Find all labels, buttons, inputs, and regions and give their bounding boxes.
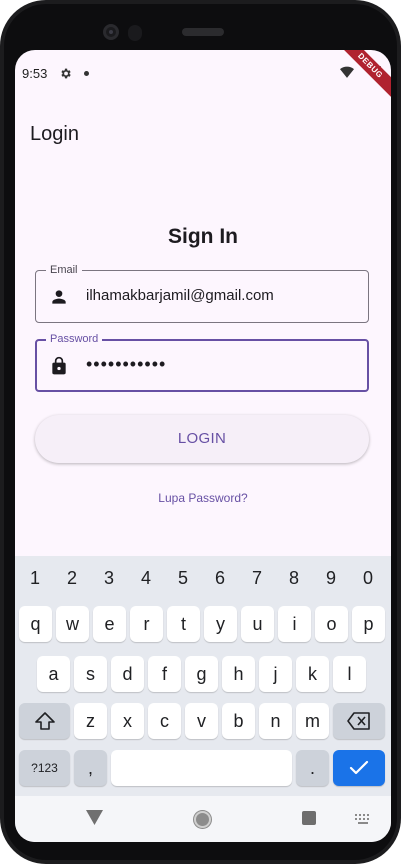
key-i[interactable]: i	[278, 606, 311, 642]
email-label: Email	[46, 263, 82, 277]
key-p[interactable]: p	[352, 606, 385, 642]
backspace-icon	[347, 712, 370, 730]
period-key[interactable]: .	[296, 750, 329, 786]
home-circle-icon[interactable]	[194, 811, 211, 828]
password-label: Password	[46, 332, 103, 346]
key-2[interactable]: 2	[55, 568, 89, 589]
symbols-key[interactable]: ?123	[19, 750, 70, 786]
wifi-icon	[340, 66, 354, 78]
shift-key[interactable]	[19, 703, 70, 739]
email-field[interactable]: Email ilhamakbarjamil@gmail.com	[35, 263, 369, 323]
key-z[interactable]: z	[74, 703, 107, 739]
key-n[interactable]: n	[259, 703, 292, 739]
key-q[interactable]: q	[19, 606, 52, 642]
key-0[interactable]: 0	[351, 568, 385, 589]
key-c[interactable]: c	[148, 703, 181, 739]
check-icon	[349, 760, 369, 775]
email-value: ilhamakbarjamil@gmail.com	[86, 287, 274, 304]
done-key[interactable]	[333, 750, 385, 786]
key-h[interactable]: h	[222, 656, 255, 692]
front-camera	[103, 24, 119, 40]
password-value: •••••••••••	[86, 354, 167, 374]
key-w[interactable]: w	[56, 606, 89, 642]
key-f[interactable]: f	[148, 656, 181, 692]
password-field[interactable]: Password •••••••••••	[35, 332, 369, 392]
earpiece-speaker	[182, 28, 224, 36]
keyboard-number-row: 1 2 3 4 5 6 7 8 9 0	[15, 556, 391, 598]
key-4[interactable]: 4	[129, 568, 163, 589]
key-8[interactable]: 8	[277, 568, 311, 589]
gear-icon	[61, 68, 71, 79]
lock-icon	[52, 356, 66, 375]
key-m[interactable]: m	[296, 703, 329, 739]
key-e[interactable]: e	[93, 606, 126, 642]
forgot-password-link[interactable]: Lupa Password?	[15, 491, 391, 505]
space-key[interactable]	[111, 750, 292, 786]
key-k[interactable]: k	[296, 656, 329, 692]
status-time: 9:53	[22, 66, 48, 81]
phone-frame: 9:53 DEBUG Login Sign In Email ilhamakba…	[0, 0, 401, 864]
person-icon	[52, 290, 66, 304]
key-a[interactable]: a	[37, 656, 70, 692]
key-l[interactable]: l	[333, 656, 366, 692]
recents-square-icon[interactable]	[302, 811, 316, 825]
key-x[interactable]: x	[111, 703, 144, 739]
back-triangle-icon[interactable]	[86, 810, 103, 825]
system-nav-bar	[15, 796, 391, 842]
key-1[interactable]: 1	[18, 568, 52, 589]
shift-icon	[34, 712, 55, 730]
app-bar-title: Login	[30, 123, 79, 145]
key-o[interactable]: o	[315, 606, 348, 642]
key-d[interactable]: d	[111, 656, 144, 692]
key-v[interactable]: v	[185, 703, 218, 739]
status-bar: 9:53 DEBUG	[15, 50, 391, 102]
backspace-key[interactable]	[333, 703, 385, 739]
key-u[interactable]: u	[241, 606, 274, 642]
key-5[interactable]: 5	[166, 568, 200, 589]
key-9[interactable]: 9	[314, 568, 348, 589]
soft-keyboard: 1 2 3 4 5 6 7 8 9 0 q w e r t y u i o p	[15, 556, 391, 796]
key-y[interactable]: y	[204, 606, 237, 642]
key-6[interactable]: 6	[203, 568, 237, 589]
front-sensor	[128, 25, 142, 41]
keyboard-switch-icon[interactable]	[355, 814, 371, 824]
comma-key[interactable]: ,	[74, 750, 107, 786]
key-j[interactable]: j	[259, 656, 292, 692]
login-button[interactable]: LOGIN	[35, 415, 369, 463]
key-7[interactable]: 7	[240, 568, 274, 589]
notification-dot-icon	[84, 71, 89, 76]
screen: 9:53 DEBUG Login Sign In Email ilhamakba…	[15, 50, 391, 842]
key-g[interactable]: g	[185, 656, 218, 692]
key-r[interactable]: r	[130, 606, 163, 642]
key-3[interactable]: 3	[92, 568, 126, 589]
key-s[interactable]: s	[74, 656, 107, 692]
key-t[interactable]: t	[167, 606, 200, 642]
page-heading: Sign In	[168, 225, 238, 248]
key-b[interactable]: b	[222, 703, 255, 739]
